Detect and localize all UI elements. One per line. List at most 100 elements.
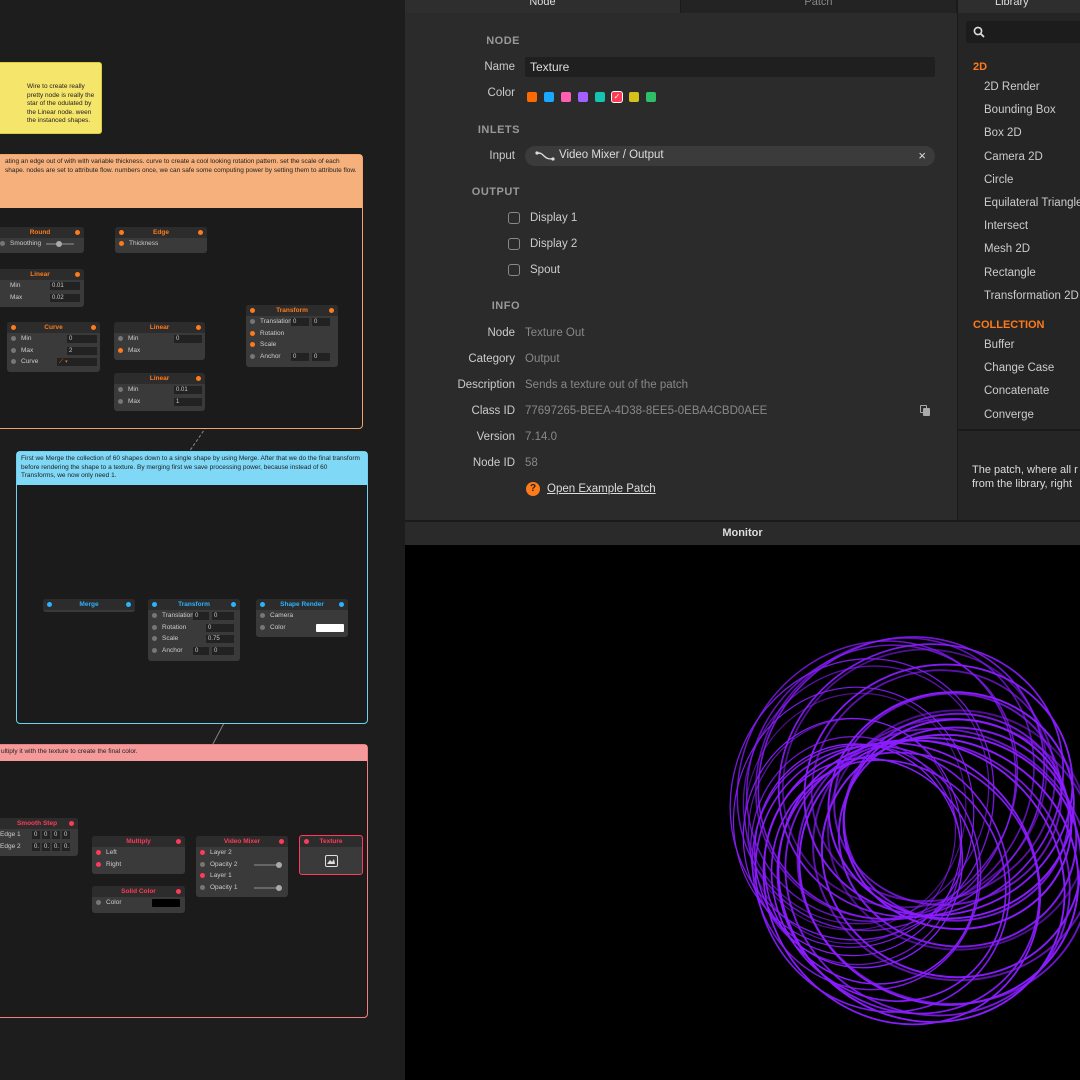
min-field[interactable]: 0.01 <box>50 282 80 290</box>
node-solid-color[interactable]: Solid Color Color <box>92 886 185 913</box>
library-item-2d[interactable]: Intersect <box>984 220 1028 232</box>
tab-library[interactable]: Library <box>958 0 1080 13</box>
library-item-2d[interactable]: Rectangle <box>984 267 1036 279</box>
node-video-mixer-layer2[interactable]: Layer 2 <box>196 847 288 859</box>
node-linear-3-max[interactable]: Max 1 <box>114 396 205 408</box>
color-swatch-2[interactable] <box>561 91 571 102</box>
max-field[interactable]: 2 <box>67 346 97 355</box>
node-transform-2-translation[interactable]: Translation 0 0 <box>148 610 240 622</box>
color-swatch-5[interactable]: ✓ <box>611 90 623 103</box>
color-swatch-1[interactable] <box>544 91 554 102</box>
close-icon[interactable]: × <box>918 148 926 163</box>
library-search-input[interactable] <box>966 21 1080 43</box>
library-category-collection[interactable]: COLLECTION <box>973 319 1045 331</box>
color-swatch-4[interactable] <box>595 91 605 102</box>
node-linear-2-max[interactable]: Max <box>114 345 205 357</box>
translation-x-field[interactable]: 0 <box>193 612 209 620</box>
anchor-y-field[interactable]: 0 <box>312 352 330 361</box>
library-category-2d[interactable]: 2D <box>973 61 987 73</box>
color-swatch-7[interactable] <box>646 91 656 102</box>
anchor-x-field[interactable]: 0 <box>193 646 209 655</box>
spout-checkbox[interactable] <box>508 264 520 276</box>
library-item-2d[interactable]: Box 2D <box>984 127 1022 139</box>
scale-field[interactable]: 0.75 <box>206 635 234 643</box>
library-item-collection[interactable]: Converge <box>984 409 1034 421</box>
tab-patch[interactable]: Patch <box>681 0 957 13</box>
display-2-checkbox[interactable] <box>508 238 520 250</box>
curve-dropdown[interactable]: ⟋ ▾ <box>57 358 97 366</box>
node-transform-1-scale[interactable]: Scale <box>246 339 338 351</box>
node-texture-out[interactable]: Texture <box>299 835 363 875</box>
node-transform-1[interactable]: Transform Translation 0 0 Rotation Scale A… <box>246 305 338 367</box>
edge2-field-3[interactable]: 0. <box>52 842 60 851</box>
node-shape-render[interactable]: Shape Render Camera Color <box>256 599 348 637</box>
open-example-patch-link[interactable]: Open Example Patch <box>547 483 656 495</box>
library-item-2d[interactable]: Equilateral Triangle <box>984 197 1080 209</box>
library-item-2d[interactable]: Camera 2D <box>984 151 1043 163</box>
group-blue[interactable]: First we Merge the collection of 60 shap… <box>16 451 368 724</box>
node-linear-1-max[interactable]: Max 0.02 <box>0 292 84 304</box>
node-smooth-step-edge2[interactable]: Edge 2 0. 0. 0. 0. <box>0 841 78 853</box>
node-transform-2-rotation[interactable]: Rotation 0 <box>148 622 240 634</box>
node-edge-thickness[interactable]: Thickness <box>115 238 207 250</box>
library-item-2d[interactable]: Transformation 2D <box>984 290 1079 302</box>
node-linear-1[interactable]: Linear Min 0.01 Max 0.02 <box>0 269 84 307</box>
node-round-smoothing[interactable]: Smoothing <box>0 238 84 250</box>
library-item-collection[interactable]: Change Case <box>984 362 1054 374</box>
min-field[interactable]: 0.01 <box>174 386 202 394</box>
color-swatch-0[interactable] <box>527 91 537 102</box>
node-linear-3-min[interactable]: Min 0.01 <box>114 384 205 396</box>
node-transform-2-scale[interactable]: Scale 0.75 <box>148 633 240 645</box>
min-field[interactable]: 0 <box>174 335 202 343</box>
translation-y-field[interactable]: 0 <box>212 612 234 620</box>
node-linear-1-min[interactable]: Min 0.01 <box>0 280 84 292</box>
library-item-2d[interactable]: Mesh 2D <box>984 243 1030 255</box>
input-connection-pill[interactable]: Video Mixer / Output × <box>525 146 935 166</box>
node-multiply-right[interactable]: Right <box>92 859 185 871</box>
min-field[interactable]: 0 <box>67 335 97 343</box>
tab-node[interactable]: Node <box>405 0 681 13</box>
color-swatch-3[interactable] <box>578 91 588 102</box>
color-swatch-6[interactable] <box>629 91 639 102</box>
translation-x-field[interactable]: 0 <box>291 318 309 326</box>
edge1-field-3[interactable]: 0 <box>52 831 60 839</box>
node-smooth-step[interactable]: Smooth Step Edge 10000 Edge 2 0. 0. 0. 0. <box>0 818 78 856</box>
node-shape-render-camera[interactable]: Camera <box>256 610 348 622</box>
node-curve[interactable]: Curve Min 0 Max 2 Curve ⟋ ▾ <box>7 322 100 372</box>
node-transform-1-translation[interactable]: Translation 0 0 <box>246 316 338 328</box>
rotation-field[interactable]: 0 <box>206 623 234 632</box>
node-curve-min[interactable]: Min 0 <box>7 333 100 345</box>
node-transform-2[interactable]: Transform Translation 0 0 Rotation 0 Scale 0… <box>148 599 240 661</box>
copy-icon[interactable] <box>920 405 931 416</box>
library-item-collection[interactable]: Concatenate <box>984 385 1049 397</box>
edge2-field-1[interactable]: 0. <box>32 842 40 851</box>
node-solid-color-color[interactable]: Color <box>92 897 185 909</box>
node-video-mixer-opacity1[interactable]: Opacity 1 <box>196 882 288 894</box>
display-1-checkbox[interactable] <box>508 212 520 224</box>
node-curve-curve[interactable]: Curve ⟋ ▾ <box>7 356 100 368</box>
edge1-field-2[interactable]: 0 <box>42 831 50 839</box>
anchor-y-field[interactable]: 0 <box>212 646 234 655</box>
edge2-field-2[interactable]: 0. <box>42 842 50 851</box>
node-round[interactable]: Round Smoothing <box>0 227 84 253</box>
node-curve-max[interactable]: Max 2 <box>7 345 100 357</box>
max-field[interactable]: 1 <box>174 397 202 406</box>
library-item-2d[interactable]: Bounding Box <box>984 104 1056 116</box>
edge1-field-1[interactable]: 0 <box>32 831 40 839</box>
node-linear-3[interactable]: Linear Min 0.01 Max 1 <box>114 373 205 411</box>
edge2-field-4[interactable]: 0. <box>62 842 70 851</box>
node-multiply-left[interactable]: Left <box>92 847 185 859</box>
node-video-mixer[interactable]: Video Mixer Layer 2 Opacity 2 Layer 1 Op… <box>196 836 288 897</box>
library-item-collection[interactable]: Buffer <box>984 339 1014 351</box>
translation-y-field[interactable]: 0 <box>312 318 330 326</box>
node-smooth-step-edge1[interactable]: Edge 10000 <box>0 829 78 841</box>
node-video-mixer-opacity2[interactable]: Opacity 2 <box>196 859 288 871</box>
node-shape-render-color[interactable]: Color <box>256 622 348 634</box>
comment-note-yellow[interactable]: Wire to create really pretty node is rea… <box>0 62 102 134</box>
node-linear-2-min[interactable]: Min 0 <box>114 333 205 345</box>
name-field[interactable]: Texture <box>525 57 935 77</box>
group-red[interactable]: ultiply it with the texture to create th… <box>0 744 368 1018</box>
max-field[interactable]: 0.02 <box>50 293 80 302</box>
node-merge[interactable]: Merge <box>43 599 135 612</box>
library-item-2d[interactable]: 2D Render <box>984 81 1040 93</box>
